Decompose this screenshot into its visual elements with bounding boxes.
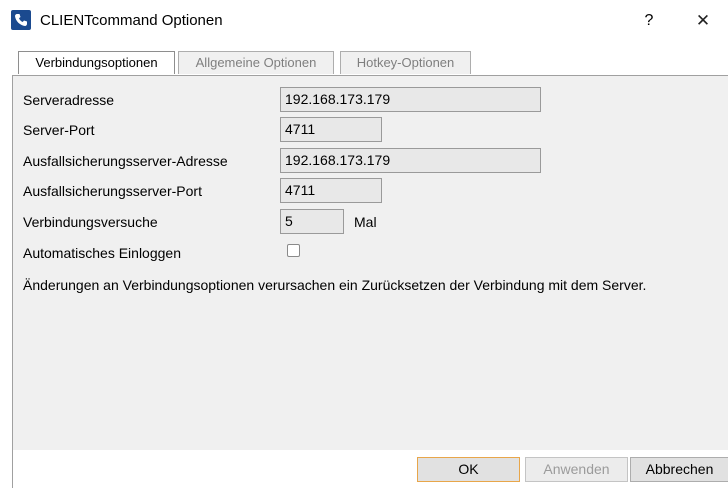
apply-button[interactable]: Anwenden	[525, 457, 628, 482]
connection-note: Änderungen an Verbindungsoptionen verurs…	[23, 277, 647, 293]
title-bar: CLIENTcommand Optionen ? ✕	[0, 0, 728, 43]
server-port-label: Server-Port	[23, 122, 95, 138]
auto-login-label: Automatisches Einloggen	[23, 245, 181, 261]
cancel-button[interactable]: Abbrechen	[630, 457, 728, 482]
ok-button[interactable]: OK	[417, 457, 520, 482]
connection-attempts-field[interactable]: 5	[280, 209, 344, 234]
window-title: CLIENTcommand Optionen	[40, 12, 223, 29]
options-panel: Serveradresse 192.168.173.179 Server-Por…	[12, 75, 728, 451]
phone-icon	[11, 10, 31, 30]
failover-port-label: Ausfallsicherungsserver-Port	[23, 183, 202, 199]
failover-port-field[interactable]: 4711	[280, 178, 382, 203]
tab-hotkey-optionen[interactable]: Hotkey-Optionen	[340, 51, 471, 74]
server-address-label: Serveradresse	[23, 92, 115, 108]
tab-allgemeine-optionen[interactable]: Allgemeine Optionen	[178, 51, 334, 74]
failover-address-field[interactable]: 192.168.173.179	[280, 148, 541, 173]
help-button[interactable]: ?	[634, 7, 664, 35]
tab-verbindungsoptionen[interactable]: Verbindungsoptionen	[18, 51, 175, 74]
failover-address-label: Ausfallsicherungsserver-Adresse	[23, 153, 228, 169]
close-button[interactable]: ✕	[686, 7, 720, 35]
auto-login-checkbox[interactable]	[287, 244, 300, 257]
server-address-field[interactable]: 192.168.173.179	[280, 87, 541, 112]
connection-attempts-unit: Mal	[354, 214, 377, 230]
connection-attempts-label: Verbindungsversuche	[23, 214, 158, 230]
server-port-field[interactable]: 4711	[280, 117, 382, 142]
button-bar: OK Anwenden Abbrechen	[12, 450, 728, 488]
